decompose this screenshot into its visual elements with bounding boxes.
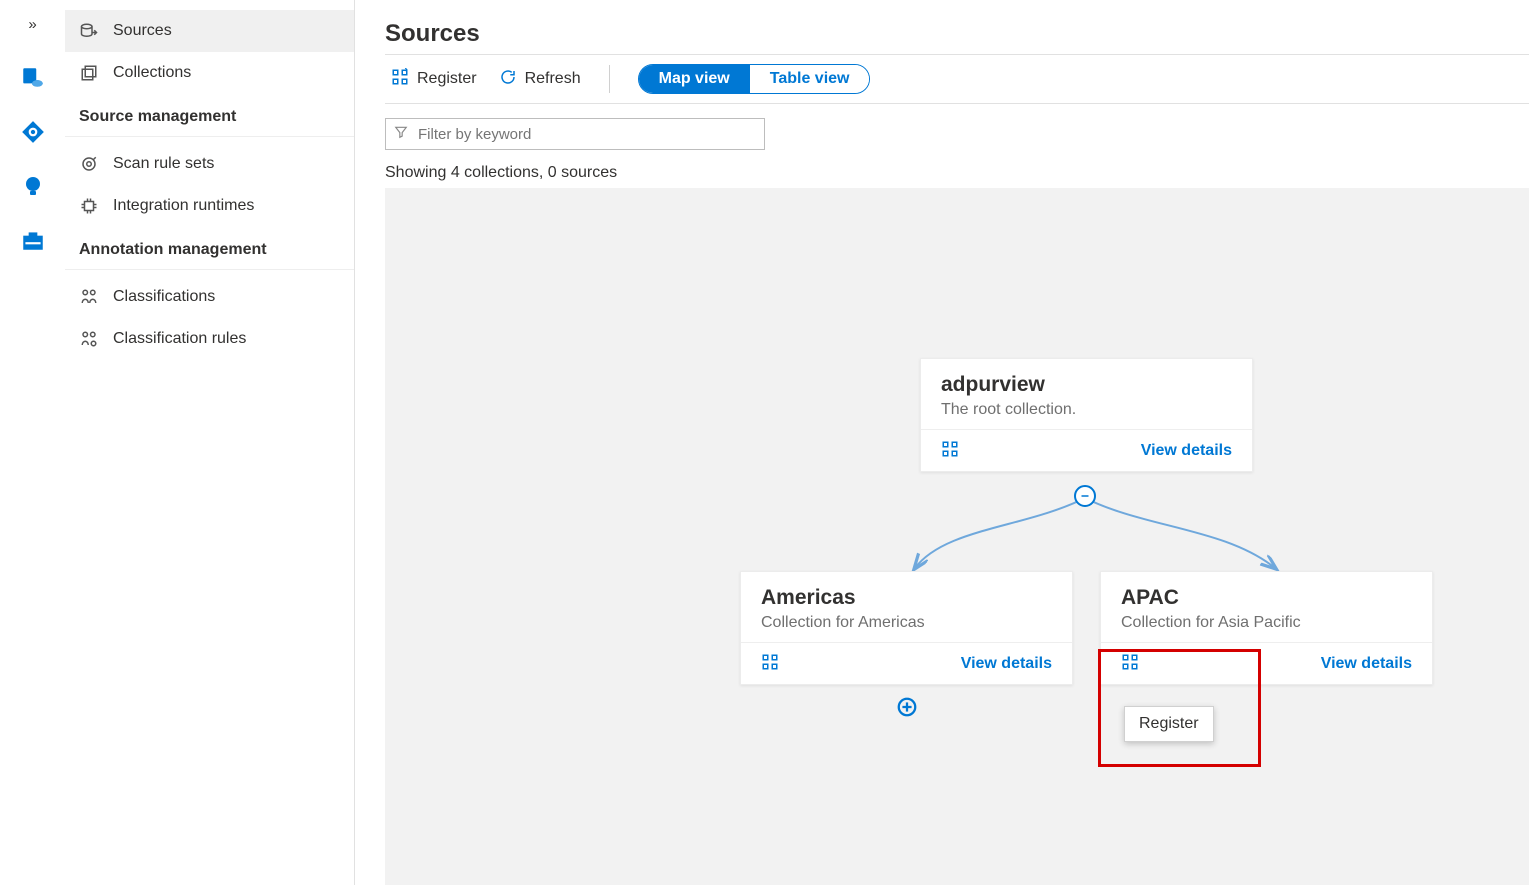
classification-rules-icon <box>79 329 99 349</box>
results-status: Showing 4 collections, 0 sources <box>385 164 1529 182</box>
register-tooltip: Register <box>1124 706 1214 742</box>
sidebar-label-integration-runtimes: Integration runtimes <box>113 197 254 215</box>
sidebar-header-annotation-mgmt: Annotation management <box>65 227 354 270</box>
main-content: Sources Register Refresh Map view Table … <box>355 0 1529 885</box>
expand-rail-icon[interactable]: » <box>19 10 47 38</box>
classifications-icon <box>79 287 99 307</box>
refresh-label: Refresh <box>525 70 581 88</box>
refresh-button[interactable]: Refresh <box>499 68 581 91</box>
left-rail: » <box>0 0 65 885</box>
collapse-toggle-icon[interactable] <box>1074 485 1096 507</box>
sidebar-item-scan-rule-sets[interactable]: Scan rule sets <box>65 143 354 185</box>
sidebar-item-integration-runtimes[interactable]: Integration runtimes <box>65 185 354 227</box>
sidebar-item-classifications[interactable]: Classifications <box>65 276 354 318</box>
sidebar-item-collections[interactable]: Collections <box>65 52 354 94</box>
data-sources-rail-icon[interactable] <box>19 64 47 92</box>
toolbar: Register Refresh Map view Table view <box>385 54 1529 104</box>
filter-input[interactable] <box>416 125 756 144</box>
connection-lines <box>385 188 1529 788</box>
card-title: Americas <box>761 586 1052 610</box>
filter-icon <box>394 125 408 143</box>
insights-rail-icon[interactable] <box>19 172 47 200</box>
toggle-map-view[interactable]: Map view <box>639 65 750 93</box>
register-button[interactable]: Register <box>391 68 477 91</box>
card-register-icon[interactable] <box>941 440 959 461</box>
view-details-link[interactable]: View details <box>961 655 1052 673</box>
card-title: adpurview <box>941 373 1232 397</box>
sidebar-item-classification-rules[interactable]: Classification rules <box>65 318 354 360</box>
card-title: APAC <box>1121 586 1412 610</box>
catalog-rail-icon[interactable] <box>19 118 47 146</box>
collections-icon <box>79 63 99 83</box>
page-title: Sources <box>385 20 1529 48</box>
card-register-icon[interactable] <box>761 653 779 674</box>
management-rail-icon[interactable] <box>19 226 47 254</box>
view-toggle: Map view Table view <box>638 64 871 94</box>
toggle-table-view[interactable]: Table view <box>750 65 870 93</box>
sources-icon <box>79 21 99 41</box>
view-details-link[interactable]: View details <box>1321 655 1412 673</box>
register-icon <box>391 68 409 91</box>
scan-rule-sets-icon <box>79 154 99 174</box>
sidebar: Sources Collections Source management Sc… <box>65 0 355 885</box>
collection-card-root[interactable]: adpurview The root collection. View deta… <box>920 358 1253 472</box>
card-description: Collection for Americas <box>761 614 1052 632</box>
refresh-icon <box>499 68 517 91</box>
sidebar-label-collections: Collections <box>113 64 191 82</box>
toolbar-divider <box>609 65 610 93</box>
collection-card-americas[interactable]: Americas Collection for Americas View de… <box>740 571 1073 685</box>
map-canvas[interactable]: adpurview The root collection. View deta… <box>385 188 1529 885</box>
sidebar-label-scan-rule-sets: Scan rule sets <box>113 155 214 173</box>
sidebar-header-source-mgmt: Source management <box>65 94 354 137</box>
card-description: The root collection. <box>941 401 1232 419</box>
view-details-link[interactable]: View details <box>1141 442 1232 460</box>
register-label: Register <box>417 70 477 88</box>
integration-runtimes-icon <box>79 196 99 216</box>
expand-toggle-icon[interactable] <box>896 696 918 718</box>
sidebar-label-classification-rules: Classification rules <box>113 330 246 348</box>
filter-input-wrapper[interactable] <box>385 118 765 150</box>
tooltip-text: Register <box>1139 715 1199 732</box>
sidebar-label-classifications: Classifications <box>113 288 215 306</box>
sidebar-label-sources: Sources <box>113 22 172 40</box>
sidebar-item-sources[interactable]: Sources <box>65 10 354 52</box>
card-description: Collection for Asia Pacific <box>1121 614 1412 632</box>
